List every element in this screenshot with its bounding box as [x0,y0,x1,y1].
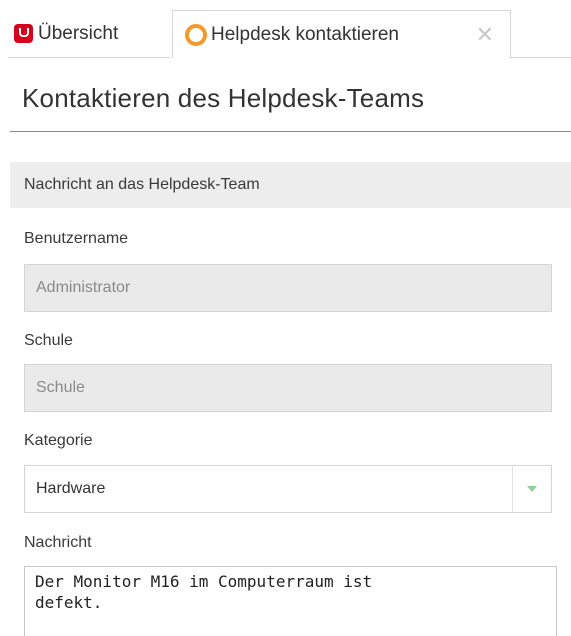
tab-bar: Übersicht Helpdesk kontaktieren ✕ [0,0,571,58]
username-label: Benutzername [24,230,129,247]
ucs-logo-icon [14,24,33,43]
category-value: Hardware [36,480,106,497]
lifebuoy-icon [185,23,207,46]
section-title: Nachricht an das Helpdesk-Team [24,176,260,193]
tab-helpdesk-label: Helpdesk kontaktieren [211,23,399,45]
chevron-down-icon [527,486,537,492]
school-value: Schule [36,379,85,396]
message-label: Nachricht [24,534,92,551]
message-textarea[interactable]: Der Monitor M16 im Computerraum ist defe… [24,566,557,636]
school-field: Schule [24,364,552,412]
username-field: Administrator [24,264,552,312]
category-label: Kategorie [24,432,93,449]
section-header: Nachricht an das Helpdesk-Team [10,162,571,208]
category-select[interactable]: Hardware [24,465,552,513]
close-tab-icon[interactable]: ✕ [476,23,494,46]
dropdown-button[interactable] [512,466,551,512]
title-divider [10,131,571,132]
page-title: Kontaktieren des Helpdesk-Teams [22,83,425,113]
tab-helpdesk[interactable]: Helpdesk kontaktieren ✕ [172,10,511,58]
tab-overview-label: Übersicht [38,22,119,44]
tab-overview[interactable]: Übersicht [8,10,170,58]
username-value: Administrator [36,279,131,296]
school-label: Schule [24,332,73,349]
tab-bar-divider [510,57,571,58]
